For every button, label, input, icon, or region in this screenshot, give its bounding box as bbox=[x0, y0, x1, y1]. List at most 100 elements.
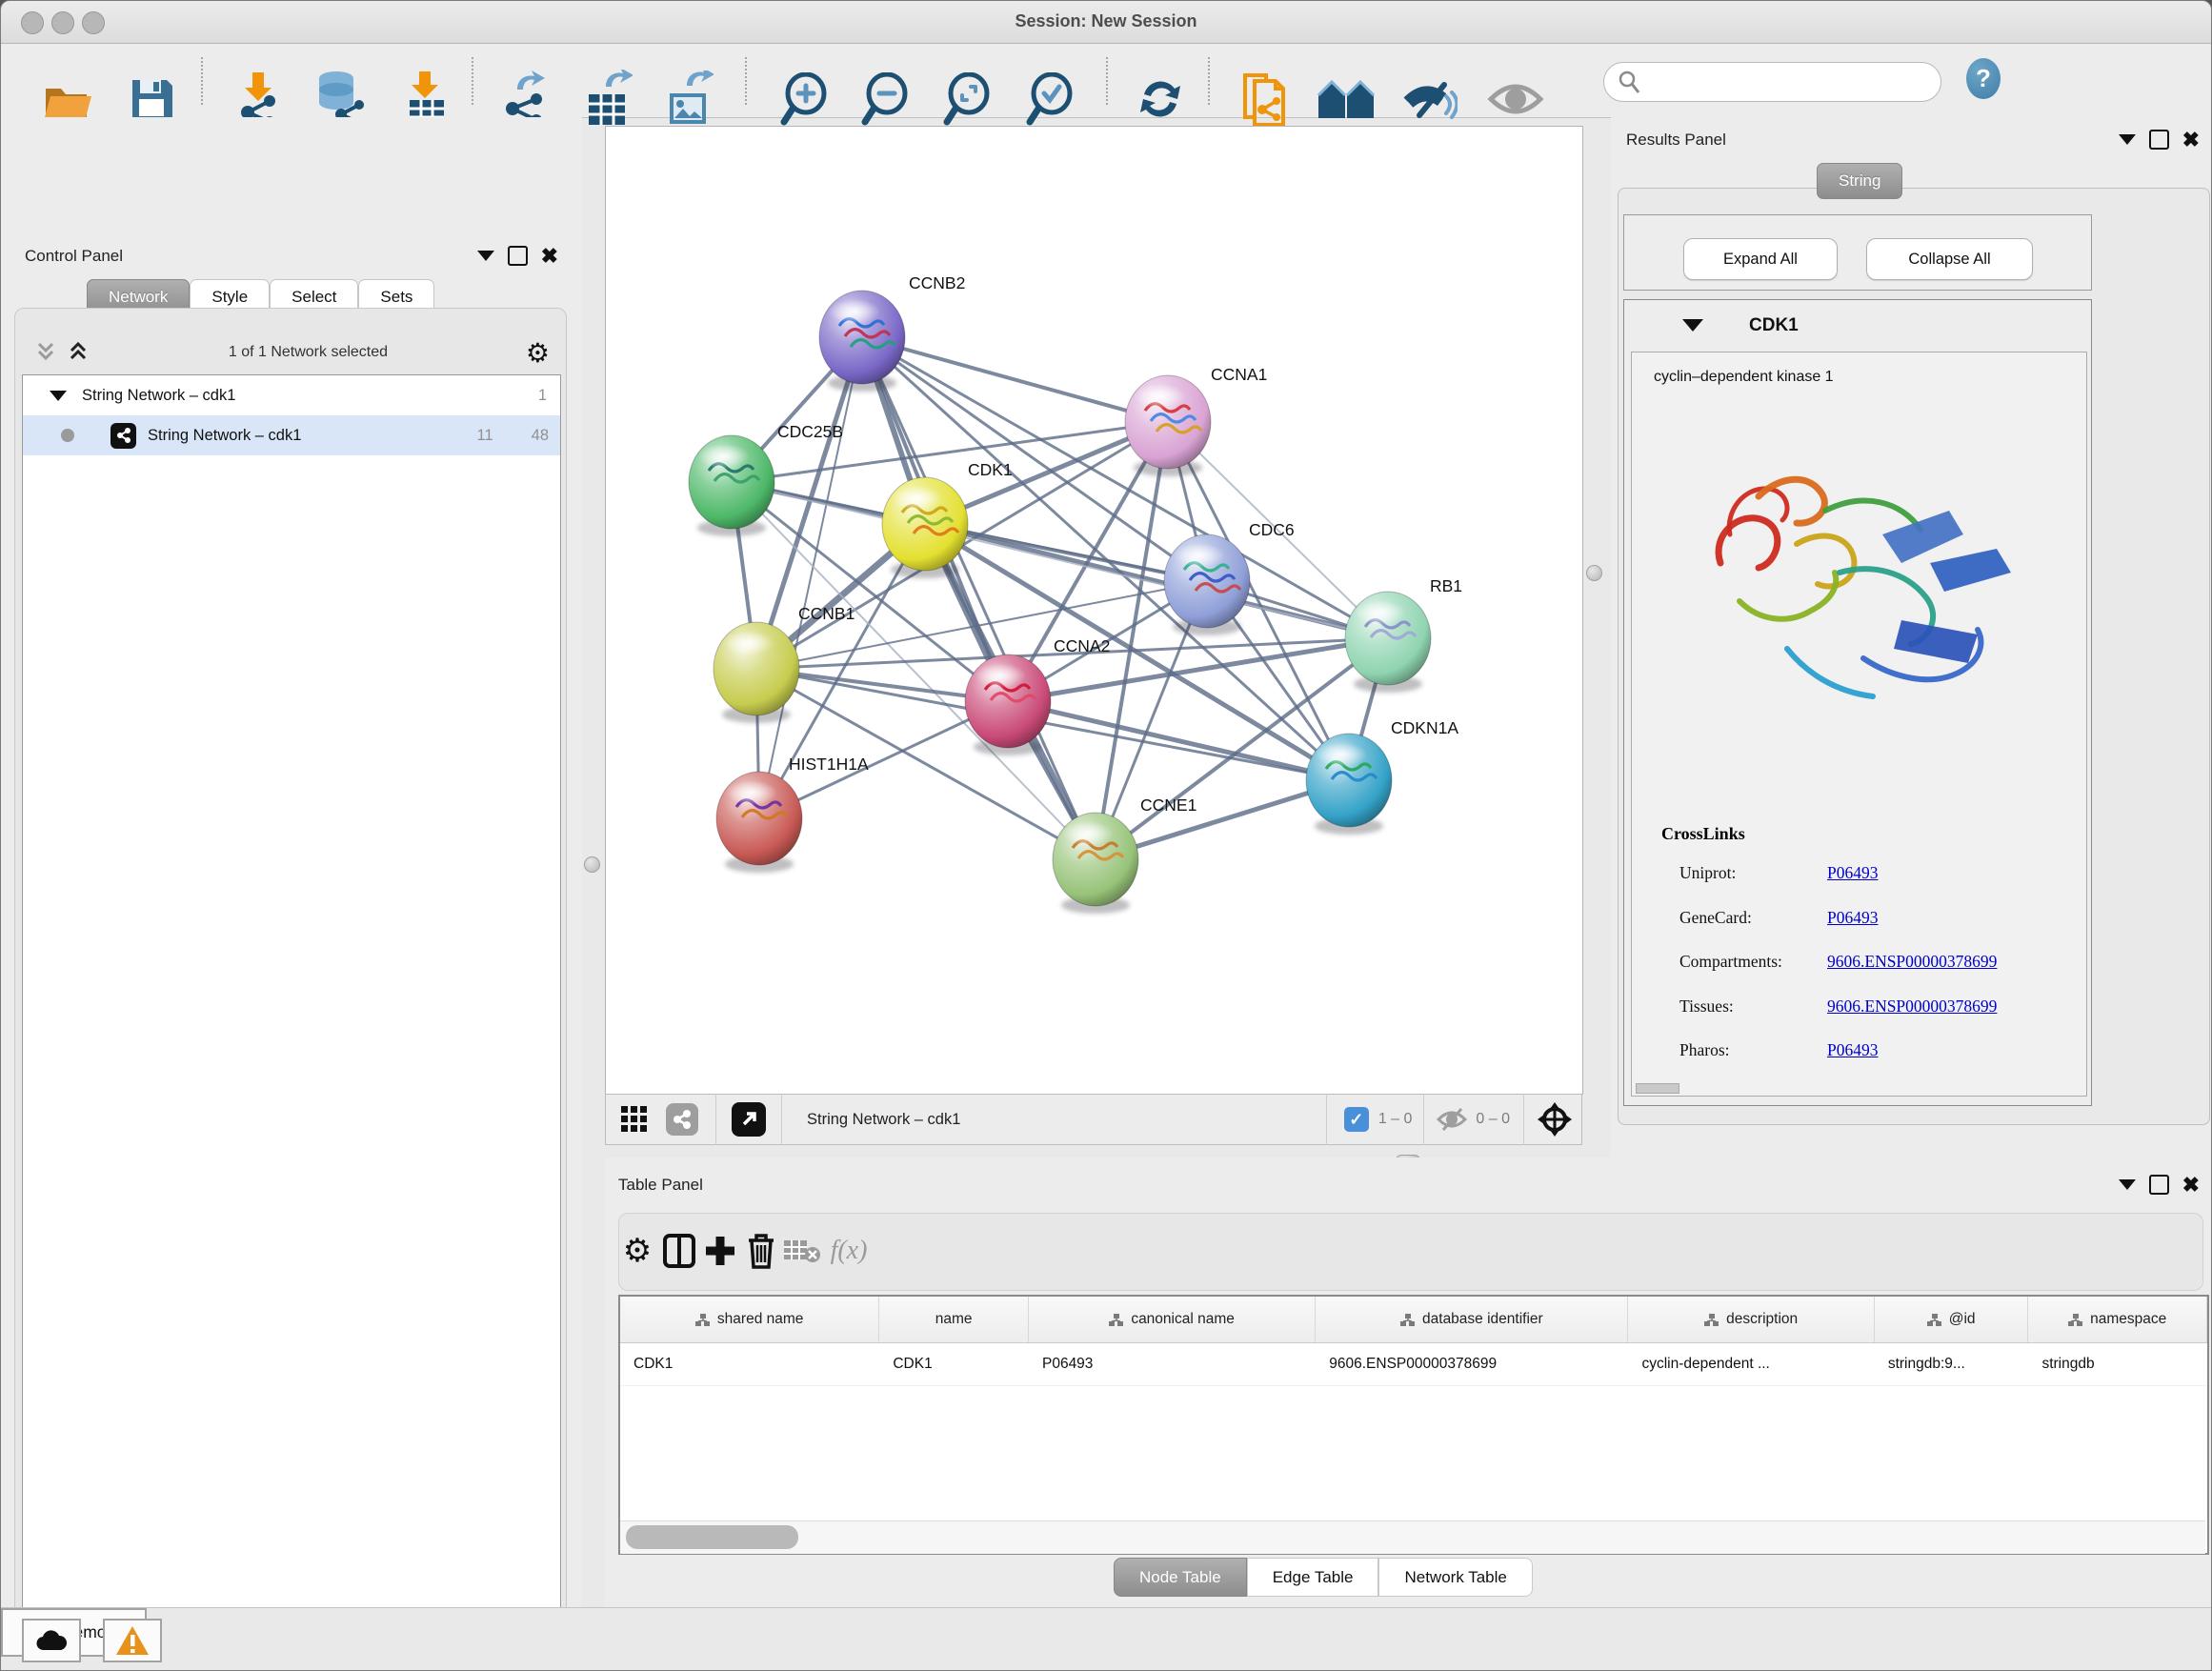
panel-close-icon[interactable]: ✖ bbox=[541, 248, 558, 264]
panel-float-icon[interactable] bbox=[508, 246, 528, 266]
grid-view-icon[interactable] bbox=[620, 1105, 649, 1134]
edge-CCNB2-CCNE1[interactable] bbox=[862, 337, 1096, 859]
cell-namespace[interactable]: stringdb bbox=[2028, 1343, 2207, 1385]
panel-minimize-icon[interactable] bbox=[2119, 1179, 2136, 1190]
column-header-shared-name[interactable]: shared name bbox=[620, 1297, 879, 1342]
search-input[interactable] bbox=[1640, 72, 1911, 91]
crosslink-label: Pharos: bbox=[1679, 1040, 1827, 1060]
refresh-layout-icon[interactable] bbox=[1135, 73, 1186, 125]
network-list-options-gear-icon[interactable]: ⚙ bbox=[526, 337, 550, 369]
selected-counts: 1 – 0 bbox=[1378, 1111, 1413, 1128]
cell-canonical-name[interactable]: P06493 bbox=[1029, 1343, 1316, 1385]
annotation-copy-icon[interactable] bbox=[1237, 70, 1289, 129]
save-session-icon[interactable] bbox=[129, 76, 174, 122]
crosslink-label: Compartments: bbox=[1679, 952, 1827, 972]
table-settings-gear-icon[interactable]: ⚙ bbox=[623, 1232, 652, 1270]
selected-checkbox-icon[interactable]: ✓ bbox=[1344, 1107, 1369, 1132]
table-horizontal-scrollbar[interactable] bbox=[620, 1520, 2205, 1554]
results-tab-string[interactable]: String bbox=[1817, 163, 1902, 199]
column-header-@id[interactable]: @id bbox=[1875, 1297, 2029, 1342]
zoom-out-icon[interactable] bbox=[860, 72, 910, 126]
network-share-view-icon[interactable] bbox=[666, 1103, 698, 1136]
main-toolbar: ? bbox=[1, 44, 2211, 118]
panel-close-icon[interactable]: ✖ bbox=[2182, 131, 2200, 148]
toolbar-separator bbox=[201, 57, 203, 105]
toolbar-separator bbox=[472, 57, 473, 105]
cell-@id[interactable]: stringdb:9... bbox=[1875, 1343, 2029, 1385]
current-network-name: String Network – cdk1 bbox=[807, 1111, 1326, 1129]
cell-description[interactable]: cyclin-dependent ... bbox=[1628, 1343, 1874, 1385]
toolbar-separator bbox=[1208, 57, 1210, 105]
collapse-all-chevron-icon[interactable] bbox=[33, 340, 58, 365]
panel-minimize-icon[interactable] bbox=[477, 251, 494, 261]
zoom-fit-icon[interactable] bbox=[942, 72, 992, 126]
panel-float-icon[interactable] bbox=[2149, 130, 2169, 150]
vertical-splitter-handle[interactable] bbox=[1586, 565, 1602, 581]
node-RB1[interactable]: RB1 bbox=[1345, 576, 1462, 693]
collapse-all-button[interactable]: Collapse All bbox=[1866, 238, 2033, 280]
edge-CCNA2-CDKN1A[interactable] bbox=[1008, 701, 1349, 780]
node-CDC6[interactable]: CDC6 bbox=[1164, 520, 1295, 635]
gene-section-header[interactable]: CDK1 bbox=[1623, 299, 2090, 352]
vertical-splitter-handle[interactable] bbox=[584, 856, 600, 873]
table-tab-edge-table[interactable]: Edge Table bbox=[1247, 1558, 1379, 1597]
column-header-database-identifier[interactable]: database identifier bbox=[1316, 1297, 1628, 1342]
open-in-new-window-icon[interactable] bbox=[732, 1102, 766, 1137]
cell-database-identifier[interactable]: 9606.ENSP00000378699 bbox=[1316, 1343, 1628, 1385]
tree-expander-icon[interactable] bbox=[50, 391, 67, 401]
panel-float-icon[interactable] bbox=[2149, 1175, 2169, 1195]
crosslink-link[interactable]: P06493 bbox=[1827, 863, 1878, 882]
cell-name[interactable]: CDK1 bbox=[879, 1343, 1029, 1385]
expand-all-button[interactable]: Expand All bbox=[1683, 238, 1838, 280]
node-CDC25B[interactable]: CDC25B bbox=[689, 422, 843, 536]
crosslink-link[interactable]: 9606.ENSP00000378699 bbox=[1827, 952, 1997, 971]
show-columns-icon[interactable] bbox=[663, 1234, 695, 1268]
show-all-eye-icon[interactable] bbox=[1487, 78, 1544, 120]
crosslink-row: Pharos:P06493 bbox=[1679, 1040, 2080, 1060]
scrollbar-thumb[interactable] bbox=[626, 1525, 798, 1549]
export-image-icon[interactable] bbox=[666, 70, 714, 128]
function-builder-icon[interactable]: f(x) bbox=[831, 1236, 868, 1266]
network-canvas[interactable]: CCNB2CCNA1CDC25BCDK1CDC6RB1CCNB1CCNA2CDK… bbox=[605, 126, 1583, 1095]
network-collection-row[interactable]: String Network – cdk1 1 bbox=[23, 375, 560, 415]
crosslink-link[interactable]: P06493 bbox=[1827, 908, 1878, 927]
node-CDK1[interactable]: CDK1 bbox=[882, 460, 1013, 578]
crosslink-link[interactable]: P06493 bbox=[1827, 1040, 1878, 1059]
cloud-status-button[interactable] bbox=[22, 1619, 81, 1662]
warning-button[interactable] bbox=[103, 1619, 162, 1662]
table-tab-node-table[interactable]: Node Table bbox=[1114, 1558, 1247, 1597]
crosslink-link[interactable]: 9606.ENSP00000378699 bbox=[1827, 997, 1997, 1016]
section-expander-icon[interactable] bbox=[1682, 319, 1703, 332]
column-header-description[interactable]: description bbox=[1628, 1297, 1874, 1342]
mini-scrollbar[interactable] bbox=[1636, 1083, 1679, 1094]
create-column-icon[interactable] bbox=[704, 1235, 736, 1267]
panel-close-icon[interactable]: ✖ bbox=[2182, 1177, 2200, 1193]
expand-all-chevron-icon[interactable] bbox=[66, 340, 90, 365]
birdseye-home-icon[interactable] bbox=[1317, 76, 1376, 122]
node-CCNB2[interactable]: CCNB2 bbox=[819, 273, 965, 392]
delete-column-icon[interactable] bbox=[747, 1233, 775, 1269]
network-selection-status: 1 of 1 Network selected bbox=[90, 344, 526, 361]
zoom-selected-icon[interactable] bbox=[1025, 72, 1075, 126]
pan-crosshair-icon[interactable] bbox=[1536, 1100, 1574, 1138]
help-button[interactable]: ? bbox=[1966, 58, 2001, 99]
network-label: String Network – cdk1 bbox=[148, 427, 477, 445]
node-CDKN1A[interactable]: CDKN1A bbox=[1306, 718, 1458, 835]
node-HIST1H1A[interactable]: HIST1H1A bbox=[716, 755, 869, 873]
table-data-row[interactable]: CDK1CDK1P064939606.ENSP00000378699cyclin… bbox=[620, 1343, 2207, 1386]
column-header-namespace[interactable]: namespace bbox=[2028, 1297, 2207, 1342]
column-header-canonical-name[interactable]: canonical name bbox=[1029, 1297, 1316, 1342]
remove-table-icon[interactable] bbox=[783, 1238, 821, 1264]
panel-minimize-icon[interactable] bbox=[2119, 134, 2136, 145]
zoom-in-icon[interactable] bbox=[779, 72, 829, 126]
open-session-icon[interactable] bbox=[42, 77, 93, 121]
export-table-icon[interactable] bbox=[585, 70, 633, 129]
network-row[interactable]: String Network – cdk1 11 48 bbox=[23, 415, 560, 455]
cell-shared-name[interactable]: CDK1 bbox=[620, 1343, 879, 1385]
table-tab-network-table[interactable]: Network Table bbox=[1378, 1558, 1532, 1597]
node-CCNA1[interactable]: CCNA1 bbox=[1125, 365, 1267, 476]
hidden-eye-icon bbox=[1436, 1106, 1468, 1133]
column-header-name[interactable]: name bbox=[879, 1297, 1029, 1342]
edge-CCNB2-HIST1H1A[interactable] bbox=[759, 337, 862, 818]
hide-selected-eye-icon[interactable] bbox=[1402, 75, 1458, 123]
